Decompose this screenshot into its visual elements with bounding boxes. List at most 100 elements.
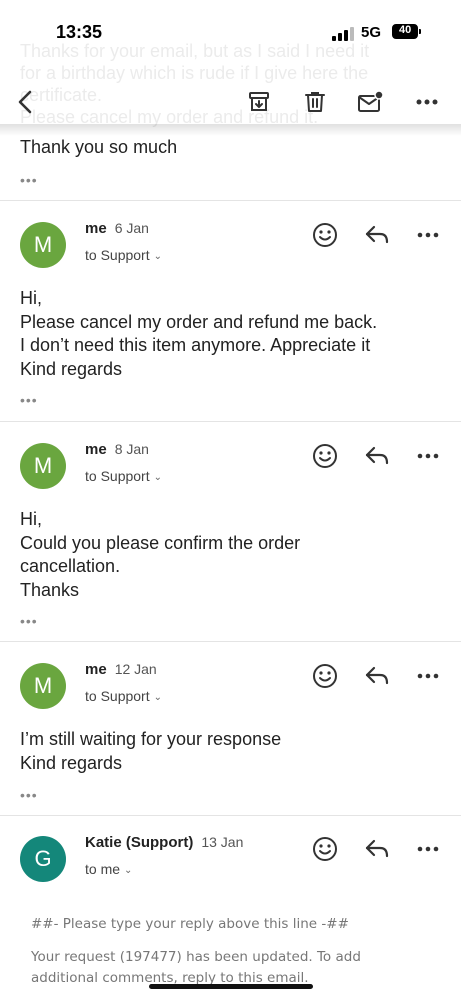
- message-item[interactable]: M me 6 Jan to Support ⌄ Hi, Please cance…: [0, 220, 461, 410]
- show-trimmed-content-button[interactable]: •••: [20, 614, 38, 628]
- message-body: ##- Please type your reply above this li…: [31, 914, 361, 989]
- more-horizontal-icon: [417, 846, 439, 852]
- react-button[interactable]: [310, 661, 340, 691]
- avatar-initial: M: [33, 232, 53, 257]
- smiley-icon: [313, 837, 337, 861]
- message-body: I’m still waiting for your response Kind…: [20, 728, 281, 775]
- show-trimmed-content-button[interactable]: •••: [20, 788, 38, 802]
- avatar-initial: G: [34, 846, 52, 871]
- reply-icon: [365, 666, 389, 685]
- network-type: 5G: [361, 24, 382, 41]
- reply-button[interactable]: [362, 834, 392, 864]
- avatar: M: [20, 443, 66, 489]
- message-date: 13 Jan: [201, 834, 244, 850]
- show-trimmed-content-button[interactable]: •••: [20, 173, 38, 187]
- react-button[interactable]: [310, 834, 340, 864]
- reply-icon: [365, 839, 389, 858]
- sender-name: me: [85, 661, 107, 678]
- email-thread-screen: Thanks for your email, but as I said I n…: [0, 0, 461, 1000]
- archive-button[interactable]: [243, 86, 275, 118]
- chevron-down-icon: ⌄: [153, 472, 162, 483]
- recipient-details-toggle[interactable]: to Support ⌄: [85, 468, 162, 484]
- body-line: Thanks: [20, 579, 80, 600]
- more-horizontal-icon: [416, 99, 438, 105]
- message-more-button[interactable]: [413, 441, 443, 471]
- sender-name: Katie (Support): [85, 834, 194, 851]
- body-line: [31, 935, 361, 947]
- sender-line: me 6 Jan: [85, 220, 149, 237]
- more-horizontal-icon: [417, 232, 439, 238]
- recipient-details-toggle[interactable]: to me ⌄: [85, 861, 132, 877]
- message-more-button[interactable]: [413, 834, 443, 864]
- avatar: G: [20, 836, 66, 882]
- reply-button[interactable]: [362, 441, 392, 471]
- mark-unread-icon: [358, 90, 384, 112]
- smiley-icon: [313, 444, 337, 468]
- battery-tip: [419, 29, 421, 34]
- recipient-details-toggle[interactable]: to Support ⌄: [85, 688, 162, 704]
- message-body: Hi, Could you please confirm the order c…: [20, 508, 300, 602]
- reply-icon: [365, 225, 389, 244]
- more-horizontal-icon: [417, 453, 439, 459]
- body-line: Kind regards: [20, 358, 123, 379]
- message-divider: [0, 641, 461, 642]
- avatar: M: [20, 222, 66, 268]
- recipient-label: to Support: [85, 247, 150, 263]
- recipient-label: to Support: [85, 688, 150, 704]
- show-trimmed-content-button[interactable]: •••: [20, 393, 38, 407]
- status-time: 13:35: [56, 22, 103, 42]
- sender-name: me: [85, 220, 107, 237]
- smiley-icon: [313, 223, 337, 247]
- avatar: M: [20, 663, 66, 709]
- message-date: 8 Jan: [114, 441, 149, 457]
- message-divider: [0, 421, 461, 422]
- trash-icon: [305, 92, 325, 112]
- chevron-down-icon: ⌄: [124, 865, 133, 876]
- more-horizontal-icon: [417, 673, 439, 679]
- message-more-button[interactable]: [413, 661, 443, 691]
- message-item[interactable]: M me 12 Jan to Support ⌄ I’m still waiti…: [0, 661, 461, 806]
- mark-unread-button[interactable]: [355, 86, 387, 118]
- back-button[interactable]: [10, 86, 42, 118]
- react-button[interactable]: [310, 220, 340, 250]
- body-line: Could you please confirm the order: [20, 532, 301, 553]
- message-date: 12 Jan: [114, 661, 157, 677]
- reply-button[interactable]: [362, 220, 392, 250]
- body-line: Please cancel my order and refund me bac…: [20, 311, 378, 332]
- message-divider: [0, 815, 461, 816]
- message-body: Hi, Please cancel my order and refund me…: [20, 287, 377, 381]
- reply-icon: [365, 446, 389, 465]
- body-line: Hi,: [20, 509, 42, 529]
- smiley-icon: [313, 664, 337, 688]
- delete-button[interactable]: [299, 86, 331, 118]
- prior-message-last-line: Thank you so much: [20, 137, 178, 157]
- reply-button[interactable]: [362, 661, 392, 691]
- sender-line: Katie (Support) 13 Jan: [85, 834, 243, 851]
- recipient-label: to Support: [85, 468, 150, 484]
- home-indicator[interactable]: [149, 984, 313, 989]
- archive-icon: [249, 92, 269, 111]
- battery-icon: 40: [392, 24, 418, 39]
- more-options-button[interactable]: [411, 86, 443, 118]
- toolbar-shadow: [0, 124, 461, 136]
- body-line: Hi,: [20, 288, 42, 308]
- body-line: I’m still waiting for your response: [20, 729, 282, 749]
- sender-name: me: [85, 441, 107, 458]
- message-more-button[interactable]: [413, 220, 443, 250]
- chevron-down-icon: ⌄: [153, 251, 162, 262]
- body-line: cancellation.: [20, 556, 121, 576]
- body-line: ##- Please type your reply above this li…: [31, 916, 349, 932]
- body-line: Your request (197477) has been updated. …: [31, 949, 361, 965]
- react-button[interactable]: [310, 441, 340, 471]
- sender-line: me 8 Jan: [85, 441, 149, 458]
- recipient-details-toggle[interactable]: to Support ⌄: [85, 247, 162, 263]
- body-line: I don’t need this item anymore. Apprecia…: [20, 335, 371, 355]
- message-item[interactable]: M me 8 Jan to Support ⌄ Hi, Could you pl…: [0, 441, 461, 631]
- battery-level: 40: [399, 24, 412, 36]
- message-date: 6 Jan: [114, 220, 149, 236]
- message-toolbar: [0, 80, 461, 124]
- body-line: Kind regards: [20, 752, 123, 773]
- status-bar: 13:35 5G 40: [0, 0, 461, 44]
- chevron-down-icon: ⌄: [153, 692, 162, 703]
- message-item[interactable]: G Katie (Support) 13 Jan to me ⌄ ##- Ple…: [0, 834, 461, 1000]
